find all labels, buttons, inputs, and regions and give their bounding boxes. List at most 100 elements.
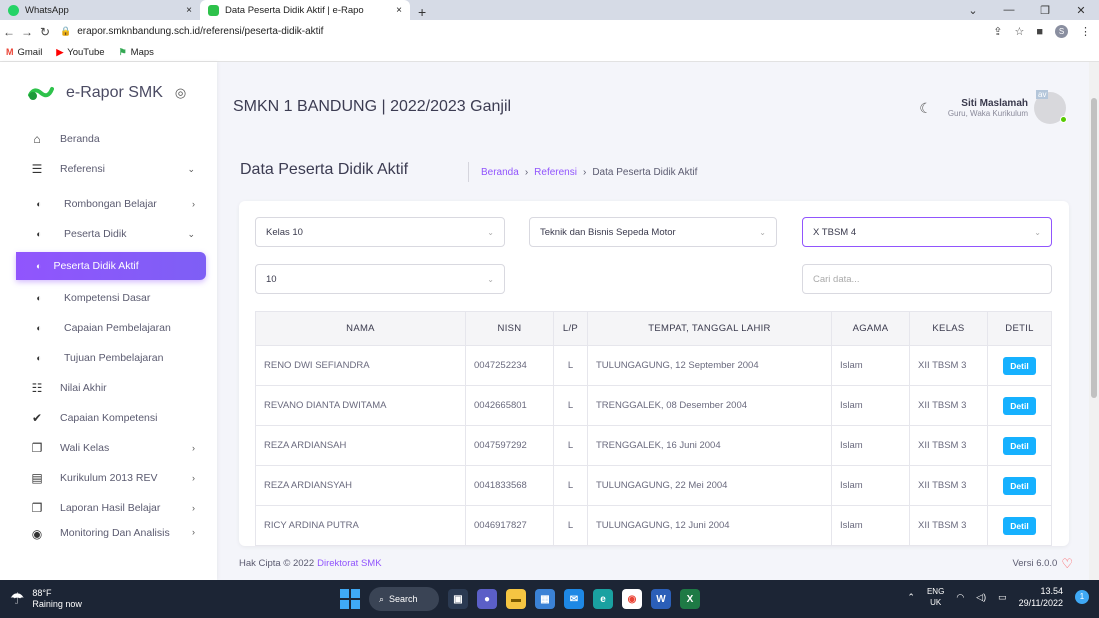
bookmark-gmail[interactable]: M Gmail	[6, 47, 42, 58]
kelas-select[interactable]: Kelas 10 ⌄	[255, 217, 505, 247]
rombel-select[interactable]: X TBSM 4 ⌄	[802, 217, 1052, 247]
chevron-right-icon: ›	[192, 503, 195, 513]
breadcrumb-separator-icon: ›	[524, 166, 529, 178]
mail-icon[interactable]: ✉	[564, 589, 584, 609]
chart-icon: ▤	[31, 471, 43, 485]
table-header-row: NAMA NISN L/P TEMPAT, TANGGAL LAHIR AGAM…	[255, 311, 1052, 346]
col-kelas[interactable]: KELAS	[909, 311, 988, 346]
erapor-favicon-icon	[208, 4, 219, 16]
avatar[interactable]: av	[1034, 90, 1067, 124]
scrollbar-thumb[interactable]	[1091, 98, 1097, 398]
detil-button[interactable]: Detil	[1003, 356, 1036, 375]
sidepanel-icon[interactable]: ■	[1036, 26, 1043, 38]
user-menu[interactable]: ☾ Siti Maslamah Guru, Waka Kurikulum av	[919, 90, 1067, 124]
excel-icon[interactable]: X	[680, 589, 700, 609]
brand[interactable]: e-Rapor SMK ◎	[0, 62, 217, 124]
chevron-right-icon: ›	[192, 443, 195, 453]
sidebar-item-monitoring-dan-analisis[interactable]: ◉ Monitoring Dan Analisis ›	[0, 523, 217, 541]
weather-widget[interactable]: ☂ 88°F Raining now	[0, 588, 82, 610]
sidebar-item-kurikulum-2013-rev[interactable]: ▤ Kurikulum 2013 REV ›	[0, 463, 217, 493]
detil-button[interactable]: Detil	[1003, 396, 1036, 415]
wifi-icon[interactable]: ◠	[956, 592, 964, 603]
sidebar-item-laporan-hasil-belajar[interactable]: ❐ Laporan Hasil Belajar ›	[0, 493, 217, 523]
sidebar-item-kompetensi-dasar[interactable]: ◐ Kompetensi Dasar	[0, 283, 217, 313]
store-icon[interactable]: ▦	[535, 589, 555, 609]
word-icon[interactable]: W	[651, 589, 671, 609]
direktorat-smk-link[interactable]: Direktorat SMK	[317, 558, 381, 569]
forward-icon[interactable]: →	[18, 25, 36, 39]
share-icon[interactable]: ⇪	[993, 25, 1002, 38]
col-lp[interactable]: L/P	[553, 311, 588, 346]
circle-icon: ◐	[36, 293, 42, 303]
new-tab-button[interactable]: +	[410, 4, 434, 20]
per-page-select[interactable]: 10 ⌄	[255, 264, 505, 294]
sidebar-toggle-icon[interactable]: ◎	[175, 85, 186, 101]
task-view-icon[interactable]: ▣	[448, 589, 468, 609]
col-ttl[interactable]: TEMPAT, TANGGAL LAHIR	[587, 311, 832, 346]
cell-kelas: XII TBSM 3	[909, 425, 988, 466]
volume-icon[interactable]: ◁)	[976, 592, 986, 603]
detil-button[interactable]: Detil	[1003, 516, 1036, 535]
breadcrumb-current: Data Peserta Didik Aktif	[592, 166, 698, 178]
chevron-right-icon: ›	[192, 199, 195, 209]
detil-button[interactable]: Detil	[1003, 476, 1036, 495]
bookmark-maps[interactable]: ⚑ Maps	[119, 47, 154, 58]
restore-icon[interactable]: ❐	[1027, 4, 1063, 17]
breadcrumb-beranda[interactable]: Beranda	[481, 167, 519, 178]
page-scrollbar[interactable]	[1089, 62, 1099, 580]
dark-mode-toggle-icon[interactable]: ☾	[919, 100, 932, 117]
back-icon[interactable]: ←	[0, 25, 18, 39]
profile-icon[interactable]: S	[1055, 25, 1068, 38]
sidebar-item-peserta-didik-aktif[interactable]: ◐ Peserta Didik Aktif	[16, 252, 206, 280]
tab-search-icon[interactable]: ⌄	[955, 4, 991, 17]
battery-icon[interactable]: ▭	[998, 592, 1007, 603]
close-tab-icon[interactable]: ×	[186, 5, 192, 16]
breadcrumb-referensi[interactable]: Referensi	[534, 167, 577, 178]
sidebar-item-referensi[interactable]: ☰ Referensi ⌄	[0, 154, 217, 184]
taskbar-search[interactable]: ⌕ Search	[369, 587, 439, 611]
edge-icon[interactable]: e	[593, 589, 613, 609]
close-tab-icon[interactable]: ×	[396, 5, 402, 16]
sidebar-item-capaian-pembelajaran[interactable]: ◐ Capaian Pembelajaran	[0, 313, 217, 343]
cell-agama: Islam	[831, 505, 910, 546]
windows-start-icon[interactable]	[340, 589, 360, 609]
sidebar-item-wali-kelas[interactable]: ❐ Wali Kelas ›	[0, 433, 217, 463]
clock[interactable]: 13.54 29/11/2022	[1019, 585, 1063, 609]
close-window-icon[interactable]: ✕	[1063, 4, 1099, 17]
sidebar-item-beranda[interactable]: ⌂ Beranda	[0, 124, 217, 154]
language-indicator[interactable]: ENG UK	[927, 586, 944, 608]
tab-whatsapp[interactable]: WhatsApp ×	[0, 0, 200, 20]
cell-nama: RENO DWI SEFIANDRA	[255, 345, 466, 386]
sidebar-item-rombongan-belajar[interactable]: ◐ Rombongan Belajar ›	[0, 189, 217, 219]
file-explorer-icon[interactable]: ▬	[506, 589, 526, 609]
url-field[interactable]: 🔒 erapor.smknbandung.sch.id/referensi/pe…	[60, 23, 993, 41]
bookmark-youtube[interactable]: ▶ YouTube	[56, 47, 104, 58]
sidebar-item-peserta-didik[interactable]: ◐ Peserta Didik ⌄	[0, 219, 217, 249]
search-input[interactable]: Cari data...	[802, 264, 1052, 294]
teams-chat-icon[interactable]: ●	[477, 589, 497, 609]
tray-overflow-icon[interactable]: ⌃	[907, 592, 915, 603]
chrome-icon[interactable]: ◉	[622, 589, 642, 609]
tab-erapor[interactable]: Data Peserta Didik Aktif | e-Rapo ×	[200, 0, 410, 20]
bookmark-star-icon[interactable]: ☆	[1014, 25, 1024, 38]
col-nama[interactable]: NAMA	[255, 311, 466, 346]
url-text: erapor.smknbandung.sch.id/referensi/pese…	[77, 26, 324, 37]
circle-icon: ◐	[36, 229, 42, 239]
col-agama[interactable]: AGAMA	[831, 311, 910, 346]
cell-agama: Islam	[831, 385, 910, 426]
sidebar-item-label: Wali Kelas	[60, 442, 110, 454]
jurusan-select[interactable]: Teknik dan Bisnis Sepeda Motor ⌄	[529, 217, 777, 247]
detil-button[interactable]: Detil	[1003, 436, 1036, 455]
tab-title: WhatsApp	[25, 4, 69, 16]
minimize-icon[interactable]: —	[991, 4, 1027, 16]
reload-icon[interactable]: ↻	[36, 25, 54, 39]
sidebar-item-capaian-kompetensi[interactable]: ✔ Capaian Kompetensi	[0, 403, 217, 433]
menu-kebab-icon[interactable]: ⋮	[1080, 25, 1091, 38]
table-row: RENO DWI SEFIANDRA 0047252234 L TULUNGAG…	[255, 345, 1052, 386]
heart-icon: ♡	[1061, 555, 1073, 571]
sidebar-item-nilai-akhir[interactable]: ☷ Nilai Akhir	[0, 373, 217, 403]
sidebar-item-tujuan-pembelajaran[interactable]: ◐ Tujuan Pembelajaran	[0, 343, 217, 373]
col-nisn[interactable]: NISN	[465, 311, 554, 346]
browser-tab-strip: WhatsApp × Data Peserta Didik Aktif | e-…	[0, 0, 1099, 20]
notification-badge[interactable]: 1	[1075, 590, 1089, 604]
